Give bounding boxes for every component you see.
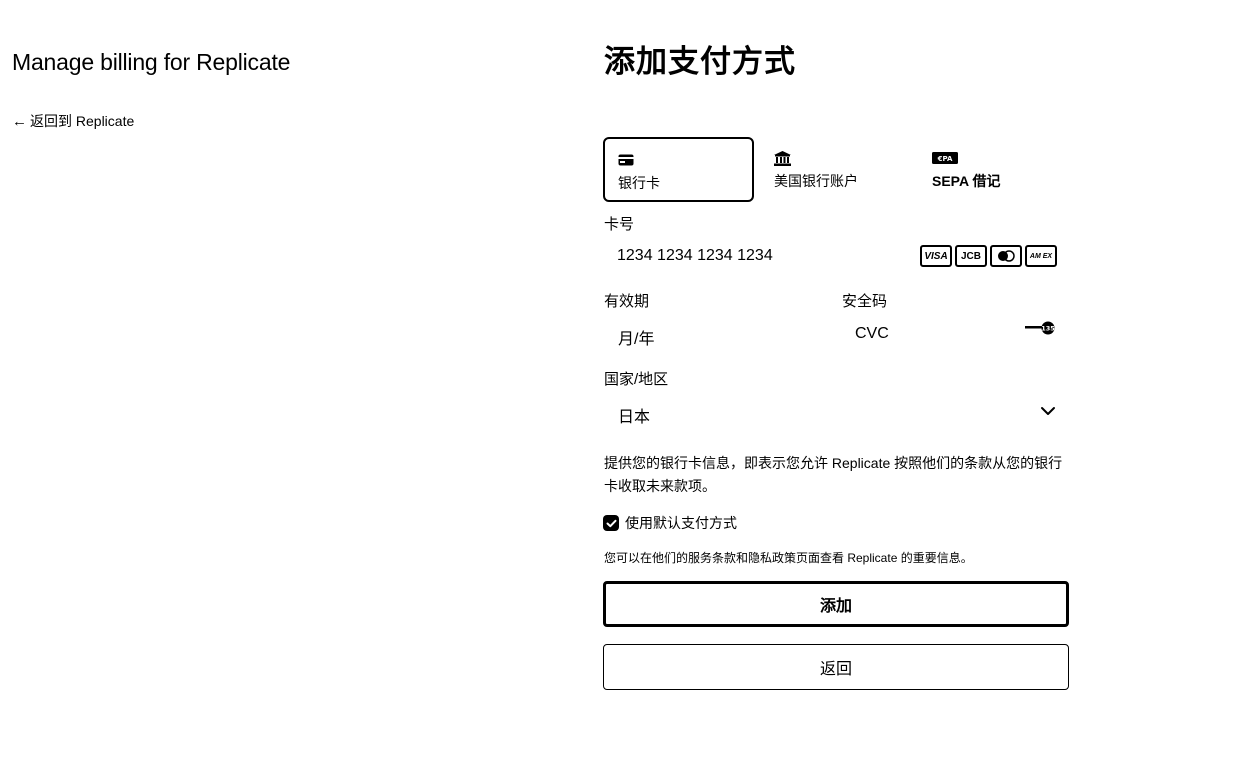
cvc-input[interactable]: CVC [855,325,889,343]
country-select[interactable]: 日本 [618,403,650,427]
tab-card-label: 银行卡 [618,175,660,191]
cvc-icon: 135 [1025,321,1055,335]
back-button[interactable]: 返回 [603,644,1069,690]
default-payment-checkbox-row[interactable]: 使用默认支付方式 [603,513,737,533]
country-label: 国家/地区 [604,371,669,388]
visa-icon: VISA [920,245,952,267]
chevron-down-icon[interactable] [1040,403,1056,419]
tab-sepa-debit[interactable]: €PA SEPA 借记 [918,137,1068,202]
card-number-label: 卡号 [604,216,635,233]
arrow-left-icon: ← [12,112,27,130]
add-button[interactable]: 添加 [603,581,1069,627]
page-title: 添加支付方式 [604,44,796,79]
jcb-icon: JCB [955,245,987,267]
default-payment-checkbox[interactable] [603,515,619,531]
tab-us-bank-account-label: 美国银行账户 [774,173,858,189]
tab-us-bank-account[interactable]: 美国银行账户 [760,137,910,202]
svg-text:€PA: €PA [937,155,953,163]
default-payment-label: 使用默认支付方式 [625,515,737,531]
page-heading: Manage billing for Replicate [12,49,291,75]
payment-method-tabs: 银行卡 美国银行账户 €PA SEPA 借记 [603,137,1073,202]
sepa-icon: €PA [932,151,958,169]
amex-icon: AM EX [1025,245,1057,267]
expiry-label: 有效期 [604,293,650,310]
back-link-label: 返回到 Replicate [30,113,135,129]
bank-icon [774,151,791,171]
card-brands: VISA JCB AM EX [920,245,1057,267]
checkmark-icon [606,519,616,527]
tab-card[interactable]: 银行卡 [603,137,754,202]
authorization-notice: 提供您的银行卡信息，即表示您允许 Replicate 按照他们的条款从您的银行卡… [604,455,1063,494]
tab-sepa-debit-label: SEPA 借记 [932,173,1001,189]
cvc-icon-text: 135 [1041,325,1055,333]
terms-notice: 您可以在他们的服务条款和隐私政策页面查看 Replicate 的重要信息。 [604,551,973,565]
card-icon [618,153,634,171]
mastercard-icon [990,245,1022,267]
expiry-input[interactable]: 月/年 [618,325,654,349]
cvc-label: 安全码 [842,293,888,310]
back-to-replicate-link[interactable]: ← 返回到 Replicate [12,111,134,131]
card-number-input[interactable]: 1234 1234 1234 1234 [617,247,773,265]
